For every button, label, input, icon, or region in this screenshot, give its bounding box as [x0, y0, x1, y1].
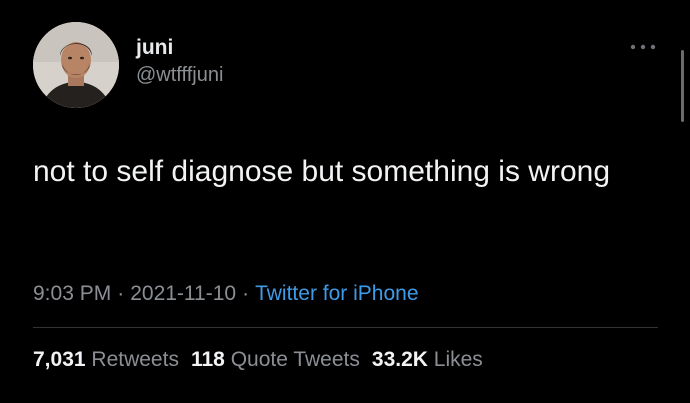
tweet-source-link[interactable]: Twitter for iPhone: [255, 282, 418, 305]
retweets-label: Retweets: [91, 348, 179, 371]
scrollbar[interactable]: [681, 50, 684, 122]
quote-tweets-label: Quote Tweets: [230, 348, 360, 371]
retweets-stat[interactable]: 7,031 Retweets: [33, 348, 179, 371]
tweet-date[interactable]: 2021-11-10: [130, 282, 236, 305]
author-display-name[interactable]: juni: [136, 36, 173, 60]
likes-count: 33.2K: [371, 348, 428, 371]
retweets-count: 7,031: [33, 348, 86, 371]
avatar[interactable]: [33, 22, 119, 108]
quote-tweets-stat[interactable]: 118 Quote Tweets: [191, 348, 360, 371]
author-handle[interactable]: @wtfffjuni: [136, 63, 223, 87]
tweet-time[interactable]: 9:03 PM: [33, 282, 111, 305]
tweet-card: juni @wtfffjuni not to self diagnose but…: [0, 0, 690, 403]
meta-separator: ·: [117, 282, 125, 305]
profile-photo-icon: [33, 22, 119, 108]
quote-tweets-count: 118: [190, 348, 225, 371]
meta-separator: ·: [242, 282, 250, 305]
divider: [33, 327, 658, 328]
more-options-icon[interactable]: [628, 40, 658, 54]
likes-label: Likes: [433, 348, 483, 371]
tweet-meta: 9:03 PM · 2021-11-10 · Twitter for iPhone: [33, 280, 419, 308]
likes-stat[interactable]: 33.2K Likes: [372, 348, 483, 371]
tweet-text: not to self diagnose but something is wr…: [33, 155, 611, 188]
engagement-stats: 7,031 Retweets 118 Quote Tweets 33.2K Like…: [33, 346, 483, 374]
